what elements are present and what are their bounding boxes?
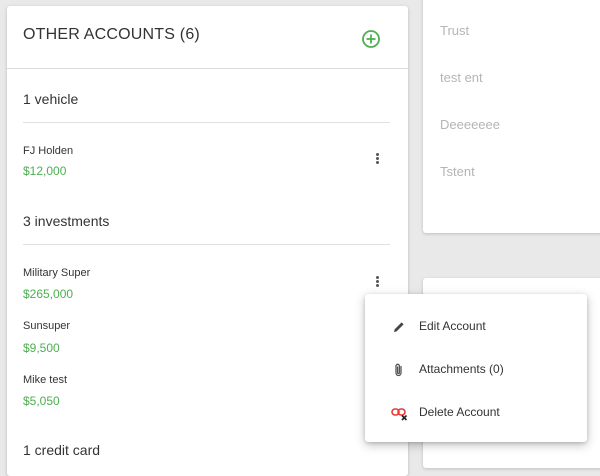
account-name[interactable]: Military Super — [23, 267, 90, 279]
add-account-button[interactable] — [361, 29, 381, 49]
menu-item-label: Attachments (0) — [419, 362, 504, 376]
account-name[interactable]: FJ Holden — [23, 145, 73, 157]
plus-circle-icon — [362, 30, 380, 48]
account-name[interactable]: Mike test — [23, 374, 67, 386]
entity-item[interactable]: Deeeeeee — [440, 117, 500, 132]
section-title-investments: 3 investments — [23, 213, 110, 229]
kebab-icon — [371, 276, 383, 287]
delete-account-menu-item[interactable]: Delete Account — [365, 395, 587, 431]
account-value: $265,000 — [23, 287, 74, 301]
section-divider — [23, 244, 390, 245]
unlink-delete-icon — [391, 405, 408, 421]
attachments-menu-item[interactable]: Attachments (0) — [365, 352, 587, 388]
entity-item[interactable]: Trust — [440, 23, 469, 38]
account-value: $12,000 — [23, 164, 67, 178]
other-accounts-card: OTHER ACCOUNTS (6) 1 vehicle FJ Holden $… — [7, 6, 408, 476]
kebab-icon — [371, 153, 383, 164]
account-menu-button[interactable] — [371, 275, 383, 289]
account-value: $9,500 — [23, 341, 60, 355]
pencil-icon — [391, 319, 407, 335]
card-title: OTHER ACCOUNTS (6) — [23, 26, 200, 43]
account-name[interactable]: Sunsuper — [23, 320, 70, 332]
paperclip-icon — [391, 362, 407, 378]
account-context-menu: Edit Account Attachments (0) Delete Acco… — [365, 294, 587, 442]
menu-item-label: Edit Account — [419, 319, 486, 333]
menu-item-label: Delete Account — [419, 405, 500, 419]
account-value: $5,050 — [23, 394, 60, 408]
account-menu-button[interactable] — [371, 152, 383, 166]
entity-item[interactable]: Tstent — [440, 164, 475, 179]
section-title-vehicle: 1 vehicle — [23, 91, 79, 107]
card-header: OTHER ACCOUNTS (6) — [7, 6, 408, 69]
edit-account-menu-item[interactable]: Edit Account — [365, 309, 587, 345]
entity-item[interactable]: test ent — [440, 70, 483, 85]
section-divider — [23, 122, 390, 123]
entities-card: Trust test ent Deeeeeee Tstent — [423, 0, 600, 233]
